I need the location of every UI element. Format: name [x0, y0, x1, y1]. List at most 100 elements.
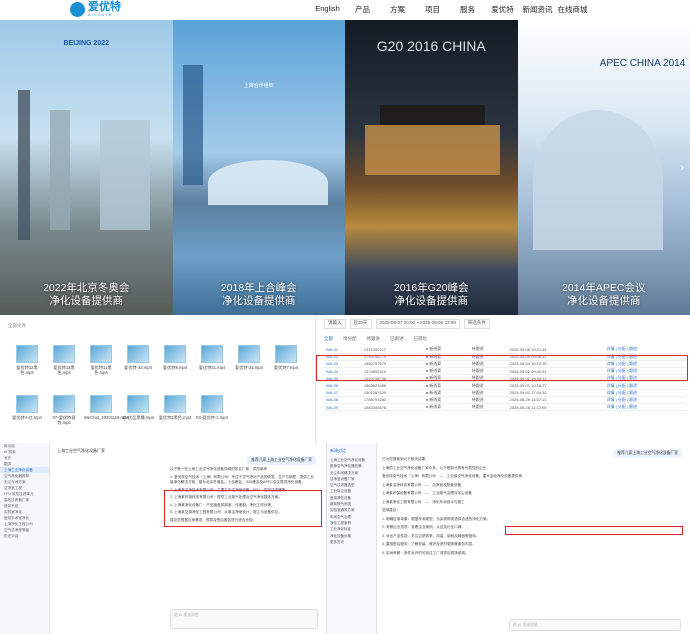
- file-item[interactable]: 爱优特12黑色.mp4: [10, 345, 44, 375]
- table-cell: 2025-09-05 10:21:44: [507, 346, 605, 354]
- table-row[interactable]: WA-01 1371392217 ● 新线索 待跟进 2025-09-05 10:21:…: [324, 346, 686, 354]
- row-actions[interactable]: 详情 | 分配 | 跟进: [604, 381, 686, 390]
- nav-english[interactable]: English: [310, 4, 345, 15]
- answer-paragraph: 爱优特空气技术（上海）有限公司 — 工业级空气净化设备，重大活动净化设备提供商: [382, 474, 523, 478]
- ai-answer: 已为您搜索到以下相关结果： 上海的工业空气净化设备厂家众多，以下是部分具有代表性的…: [382, 457, 682, 559]
- tab-converted[interactable]: 已转化: [414, 336, 428, 344]
- logo-icon: [70, 2, 85, 17]
- new-chat-button[interactable]: 新建对话: [327, 443, 376, 457]
- table-cell: 待跟进: [469, 403, 508, 412]
- top-nav: 爱优特 AIYOUTE English 产品 方案 项目 服务 爱优特 新闻资讯…: [0, 0, 690, 20]
- table-cell: WA-06: [324, 381, 362, 390]
- table-cell: ● 新线索: [423, 403, 470, 412]
- video-thumbnail: [164, 395, 186, 413]
- tab-unassigned[interactable]: 待分配: [343, 336, 357, 344]
- table-cell: 待跟进: [469, 346, 508, 354]
- table-row[interactable]: WA-07 1501357520 ● 新线索 待跟进 2025-09-01 17:04:…: [324, 389, 686, 397]
- banner-panel-g20[interactable]: G20 2016 CHINA 2016年G20峰会 净化设备提供商: [345, 20, 518, 315]
- banner-tag: G20 2016 CHINA: [376, 38, 486, 54]
- file-item[interactable]: 爱优特7.mp4: [269, 345, 303, 370]
- file-item[interactable]: 爱优特3黑色.mp4: [158, 395, 192, 420]
- answer-paragraph: 以下是一些上海工业空气净化设备领域的知名厂家，供您参考：: [170, 467, 271, 471]
- video-thumbnail: [90, 395, 112, 413]
- sidebar-item[interactable]: 更多历史: [327, 539, 376, 545]
- crm-tabs: 全部 待分配 待跟进 已跟进 已转化: [324, 336, 684, 344]
- banner-panel-sco[interactable]: 上海合作组织 2018年上合峰会 净化设备提供商: [172, 20, 345, 315]
- video-thumbnail: [16, 345, 38, 363]
- crm-filter-button[interactable]: 筛选条件: [463, 319, 490, 329]
- table-row[interactable]: WA-08 1789703282 ● 新线索 待跟进 2025-08-29 14:07:…: [324, 396, 686, 405]
- chat-input[interactable]: 给 AI 发送消息: [509, 619, 681, 631]
- video-thumbnail: [238, 345, 260, 363]
- tab-pending[interactable]: 待跟进: [367, 336, 381, 344]
- crm-search-input[interactable]: 请输入: [324, 319, 346, 329]
- tab-followed[interactable]: 已跟进: [390, 336, 404, 344]
- row-actions[interactable]: 详情 | 分配 | 跟进: [604, 389, 686, 397]
- ai-chat-window-2: 新建对话 上海工业空气净化设备 推荐空气净化器品牌 无尘车间解决方案 洁净室设备厂家空…: [327, 443, 690, 634]
- file-item[interactable]: 爱优特-32.mp4: [121, 345, 155, 370]
- file-item[interactable]: 爱优特8.mp4: [158, 345, 192, 370]
- table-cell: WA-07: [324, 389, 362, 397]
- table-cell: 1582345678: [361, 403, 424, 412]
- crm-date-range[interactable]: 2025-08-07 00:00 ~ 2025-09-05 23:59: [375, 319, 460, 329]
- video-thumbnail: [275, 345, 297, 363]
- banner-caption: 2014年APEC会议 净化设备提供商: [562, 282, 646, 307]
- crm-leads-panel: 请输入 近30天 2025-08-07 00:00 ~ 2025-09-05 2…: [316, 315, 690, 443]
- banner-panel-apec[interactable]: APEC CHINA 2014 › 2014年APEC会议 净化设备提供商: [517, 20, 690, 315]
- chat-input[interactable]: 给 AI 发送消息: [170, 609, 318, 629]
- nav-services[interactable]: 服务: [450, 4, 485, 15]
- chevron-right-icon[interactable]: ›: [680, 160, 684, 174]
- table-cell: 1371392217: [361, 346, 424, 354]
- table-cell: 2025-09-01 10:18:27: [507, 381, 605, 390]
- answer-paragraph: 上海某洁净科技有限公司 — 洁净室及配套设备: [382, 482, 462, 487]
- table-cell: 待跟进: [469, 381, 508, 390]
- banner-panel-olympics[interactable]: BEIJING 2022 2022年北京冬奥会 净化设备提供商: [0, 20, 173, 315]
- nav-solutions[interactable]: 方案: [380, 4, 415, 15]
- banner-caption: 2022年北京冬奥会 净化设备提供商: [43, 282, 130, 307]
- file-item[interactable]: 03-爱优特-1.mp4: [195, 395, 229, 420]
- banner-caption: 2016年G20峰会 净化设备提供商: [393, 282, 469, 307]
- table-cell: WA-01: [324, 346, 362, 354]
- logo[interactable]: 爱优特 AIYOUTE: [70, 2, 121, 17]
- table-cell: 待跟进: [469, 396, 508, 405]
- file-item[interactable]: 爱优特13黑色.mp4: [47, 345, 81, 375]
- video-thumbnail: [164, 345, 186, 363]
- nav-store[interactable]: 在线商城: [555, 4, 590, 15]
- video-thumbnail: [53, 395, 75, 413]
- nav-products[interactable]: 产品: [345, 4, 380, 15]
- highlight-box: [164, 490, 322, 527]
- file-item[interactable]: 07-爱优特视频.mp4: [47, 395, 81, 425]
- chat-title: 上海工业空气净化设备厂家: [57, 448, 105, 453]
- sidebar-item[interactable]: 历史对话: [0, 533, 49, 539]
- table-cell: 1789703282: [361, 396, 424, 405]
- row-actions[interactable]: 详情 | 分配 | 跟进: [604, 403, 686, 412]
- table-cell: ● 新线索: [423, 346, 470, 354]
- table-cell: ● 新线索: [423, 396, 470, 405]
- tab-all[interactable]: 全部: [324, 336, 333, 344]
- file-item[interactable]: WeChat_20201116.mp4: [84, 395, 129, 420]
- row-actions[interactable]: 详情 | 分配 | 跟进: [604, 346, 686, 354]
- chat-sidebar: 新对话 AI 搜索 写作 翻译 上海工业净化设备 空气净化器推荐 无尘车间方案 洁净室工程 FF…: [0, 443, 50, 634]
- answer-paragraph: 4. 重视售后服务：了解安装、维护及滤材更换等服务内容。: [382, 542, 476, 546]
- row-actions[interactable]: 详情 | 分配 | 跟进: [604, 396, 686, 405]
- table-cell: 1865623456: [361, 381, 424, 390]
- nav-projects[interactable]: 项目: [415, 4, 450, 15]
- nav-news[interactable]: 新闻资讯: [520, 4, 555, 15]
- table-cell: ● 新线索: [423, 381, 470, 390]
- file-item[interactable]: 爱优特4-红.mp4: [10, 395, 44, 420]
- answer-paragraph: 1. 爱优特空气技术（上海）有限公司：专注于空气净化产品的研发、生产与销售，提供…: [170, 474, 315, 485]
- file-item[interactable]: 13-优品黑播.mp4: [121, 395, 155, 420]
- hero-banner: BEIJING 2022 2022年北京冬奥会 净化设备提供商 上海合作组织 20…: [0, 20, 690, 315]
- highlight-box: [505, 526, 683, 535]
- file-item[interactable]: 爱优特11黑色.mp4: [84, 345, 118, 375]
- file-item[interactable]: 爱优特31.mp4: [195, 345, 229, 370]
- table-cell: WA-08: [324, 396, 362, 405]
- highlight-box: [316, 355, 688, 381]
- table-row[interactable]: WA-06 1865623456 ● 新线索 待跟进 2025-09-01 10:18:…: [324, 381, 686, 390]
- crm-date-range-select[interactable]: 近30天: [349, 319, 372, 329]
- video-thumbnail: [90, 345, 112, 363]
- ai-chat-window: 新对话 AI 搜索 写作 翻译 上海工业净化设备 空气净化器推荐 无尘车间方案 洁净室工程 FF…: [0, 443, 327, 634]
- table-row[interactable]: WA-09 1582345678 ● 新线索 待跟进 2025-08-28 11:22:…: [324, 403, 686, 412]
- file-item[interactable]: 爱优特-31.mp4: [232, 345, 266, 370]
- nav-about[interactable]: 爱优特: [485, 4, 520, 15]
